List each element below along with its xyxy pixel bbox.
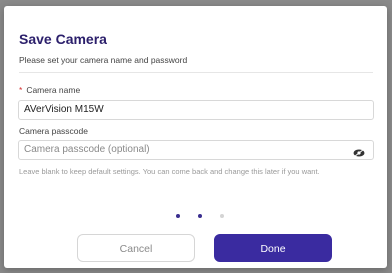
dialog-subtitle: Please set your camera name and password bbox=[19, 55, 188, 65]
dialog-title: Save Camera bbox=[19, 31, 107, 47]
step-dot-1 bbox=[176, 214, 180, 218]
camera-passcode-placeholder: Camera passcode (optional) bbox=[24, 144, 150, 155]
eye-icon[interactable] bbox=[353, 146, 365, 157]
passcode-hint: Leave blank to keep default settings. Yo… bbox=[19, 167, 320, 176]
step-dot-3 bbox=[220, 214, 224, 218]
camera-name-label-text: Camera name bbox=[26, 85, 81, 95]
camera-name-input[interactable]: AVerVision M15W bbox=[18, 100, 374, 120]
step-indicator bbox=[176, 214, 224, 220]
divider bbox=[19, 72, 373, 73]
camera-name-label: * Camera name bbox=[19, 85, 80, 95]
step-dot-2 bbox=[198, 214, 202, 218]
done-button[interactable]: Done bbox=[214, 234, 332, 262]
required-marker: * bbox=[19, 85, 23, 95]
camera-passcode-label: Camera passcode bbox=[19, 126, 88, 136]
save-camera-dialog: Save Camera Please set your camera name … bbox=[4, 6, 387, 268]
camera-passcode-input[interactable]: Camera passcode (optional) bbox=[18, 140, 374, 160]
cancel-button[interactable]: Cancel bbox=[77, 234, 195, 262]
